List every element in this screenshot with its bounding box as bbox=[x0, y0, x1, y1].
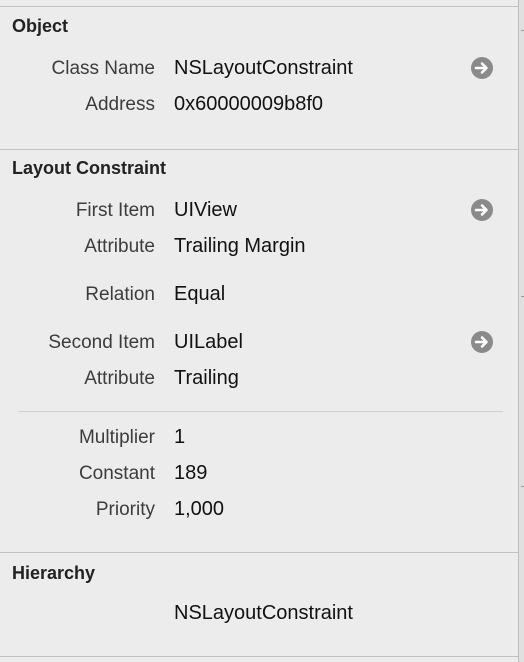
hierarchy-section-title: Hierarchy bbox=[12, 563, 96, 583]
first-attribute-label: Attribute bbox=[84, 236, 155, 257]
first-item-label: First Item bbox=[75, 200, 155, 221]
priority-value[interactable]: 1,000 bbox=[174, 498, 224, 521]
object-section-title: Object bbox=[12, 16, 69, 36]
right-edge-strip bbox=[518, 0, 524, 662]
first-attribute-value[interactable]: Trailing Margin bbox=[174, 235, 306, 258]
section-divider bbox=[0, 552, 518, 553]
layout-constraint-section-title: Layout Constraint bbox=[12, 158, 167, 178]
first-item-value: UIView bbox=[174, 199, 237, 221]
address-value: 0x60000009b8f0 bbox=[174, 93, 324, 115]
second-attribute-value[interactable]: Trailing bbox=[174, 367, 239, 390]
relation-label: Relation bbox=[85, 284, 155, 305]
class-name-value: NSLayoutConstraint bbox=[174, 57, 353, 79]
second-attribute-label: Attribute bbox=[84, 368, 155, 389]
inspector-panel: Object Class Name NSLayoutConstraint Add… bbox=[0, 0, 519, 662]
second-item-arrow-icon[interactable] bbox=[471, 331, 493, 353]
second-item-value: UILabel bbox=[174, 331, 243, 353]
first-item-arrow-icon[interactable] bbox=[471, 199, 493, 221]
hierarchy-value[interactable]: NSLayoutConstraint bbox=[174, 602, 353, 625]
second-item-label: Second Item bbox=[48, 332, 155, 353]
class-name-arrow-icon[interactable] bbox=[471, 57, 493, 79]
constraint-inner-divider bbox=[18, 411, 503, 412]
section-divider bbox=[0, 149, 518, 150]
priority-label: Priority bbox=[95, 499, 155, 520]
multiplier-value[interactable]: 1 bbox=[174, 426, 185, 449]
top-divider bbox=[0, 6, 518, 7]
multiplier-label: Multiplier bbox=[78, 427, 155, 448]
constant-value[interactable]: 189 bbox=[174, 462, 207, 485]
address-label: Address bbox=[85, 94, 155, 115]
bottom-divider bbox=[0, 656, 518, 657]
relation-value[interactable]: Equal bbox=[174, 283, 225, 306]
class-name-label: Class Name bbox=[51, 58, 155, 79]
constant-label: Constant bbox=[78, 463, 155, 484]
